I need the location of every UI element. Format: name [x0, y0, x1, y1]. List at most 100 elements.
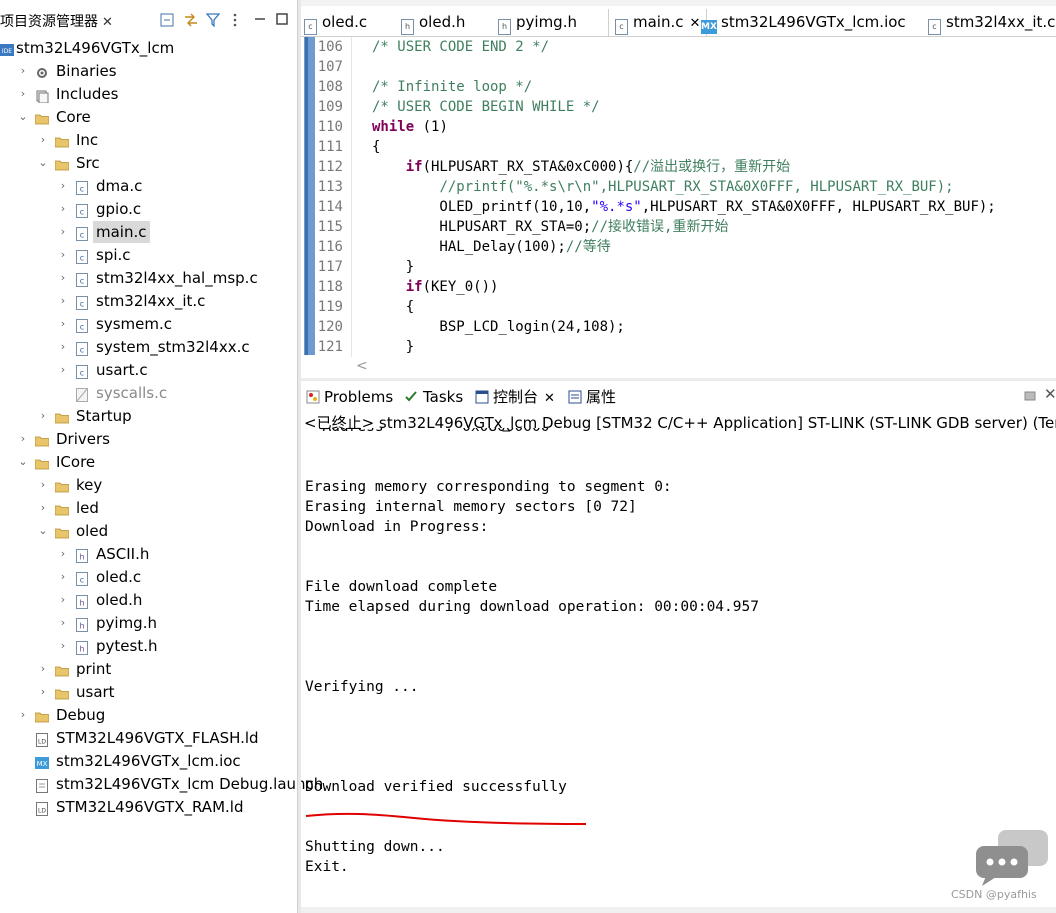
expand-arrow-icon[interactable]: › [58, 543, 68, 565]
tree-item[interactable]: › c sysmem.c [0, 313, 297, 335]
editor-tab[interactable]: c stm32l4xx_it.c [928, 9, 1055, 36]
expand-arrow-icon[interactable]: › [18, 60, 28, 82]
console-tab[interactable]: Problems [306, 384, 393, 410]
view-menu-icon[interactable] [232, 13, 238, 27]
collapse-arrow-icon[interactable]: ⌄ [18, 451, 28, 473]
code-line: 107 [315, 57, 1056, 77]
tree-item[interactable]: › h pytest.h [0, 635, 297, 657]
maximize-icon[interactable] [276, 13, 288, 25]
tree-item[interactable]: › Binaries [0, 60, 297, 82]
close-icon[interactable]: ✕ [102, 15, 113, 30]
link-editor-icon[interactable] [183, 13, 199, 27]
collapse-arrow-icon[interactable]: ⌄ [38, 520, 48, 542]
collapse-arrow-icon[interactable]: ⌄ [18, 106, 28, 128]
svg-text:c: c [80, 185, 84, 194]
expand-arrow-icon[interactable]: › [18, 704, 28, 726]
editor-tab[interactable]: h oled.h [401, 9, 465, 36]
folder-icon [34, 110, 50, 125]
tree-item[interactable]: › h oled.h [0, 589, 297, 611]
horizontal-scrollbar[interactable]: < [352, 357, 1056, 377]
tree-item-label: stm32L496VGTx_lcm [16, 39, 175, 57]
tree-item[interactable]: stm32L496VGTx_lcm Debug.launch [0, 773, 323, 795]
tree-item[interactable]: › usart [0, 681, 297, 703]
editor-tab[interactable]: MX stm32L496VGTx_lcm.ioc [701, 9, 906, 36]
expand-arrow-icon[interactable]: › [58, 244, 68, 266]
console-tab[interactable]: 属性 [568, 384, 616, 410]
tree-item[interactable]: ⌄ ICore [0, 451, 297, 473]
expand-arrow-icon[interactable]: › [58, 175, 68, 197]
vertical-splitter[interactable] [297, 0, 301, 913]
expand-arrow-icon[interactable]: › [58, 635, 68, 657]
c-file-icon: c [75, 317, 89, 333]
code-editor[interactable]: 106 /* USER CODE END 2 */ 107 108 /* Infinit… [315, 37, 1056, 357]
expand-arrow-icon[interactable]: › [38, 681, 48, 703]
expand-arrow-icon[interactable]: › [18, 83, 28, 105]
collapse-all-icon[interactable] [160, 13, 174, 27]
tree-item[interactable]: › c main.c [0, 221, 297, 243]
tree-item[interactable]: MX stm32L496VGTx_lcm.ioc [0, 750, 297, 772]
tree-item[interactable]: ⌄ Core [0, 106, 297, 128]
close-icon[interactable]: ✕ [544, 391, 555, 406]
filter-icon[interactable] [206, 13, 220, 27]
horizontal-splitter[interactable] [301, 378, 1056, 381]
console-line: Erasing internal memory sectors [0 72] [305, 499, 637, 515]
expand-arrow-icon[interactable]: › [58, 198, 68, 220]
c-file-icon: c [75, 179, 89, 195]
tree-item[interactable]: › c oled.c [0, 566, 297, 588]
tree-item[interactable]: › print [0, 658, 297, 680]
console-tab[interactable]: Tasks [405, 384, 463, 410]
close-icon[interactable]: ✕ [690, 16, 701, 31]
tree-item[interactable]: › Startup [0, 405, 297, 427]
expand-arrow-icon[interactable]: › [38, 658, 48, 680]
editor-tab[interactable]: h pyimg.h [498, 9, 577, 36]
expand-arrow-icon[interactable]: › [58, 336, 68, 358]
expand-arrow-icon[interactable]: › [38, 474, 48, 496]
expand-arrow-icon[interactable]: › [58, 612, 68, 634]
tree-item[interactable]: › c gpio.c [0, 198, 297, 220]
h-file-icon: h [401, 19, 414, 35]
tree-item[interactable]: IDE stm32L496VGTx_lcm [0, 37, 297, 59]
tree-item[interactable]: LD STM32L496VGTX_FLASH.ld [0, 727, 297, 749]
minimize-console-icon[interactable] [1024, 390, 1036, 402]
expand-arrow-icon[interactable]: › [58, 313, 68, 335]
tree-item[interactable]: › h pyimg.h [0, 612, 297, 634]
tree-item[interactable]: › Debug [0, 704, 297, 726]
tree-item[interactable]: LD STM32L496VGTX_RAM.ld [0, 796, 297, 818]
tree-item[interactable]: › c dma.c [0, 175, 297, 197]
expand-arrow-icon[interactable]: › [18, 428, 28, 450]
scroll-left-arrow-icon[interactable]: < [356, 358, 368, 374]
explorer-tab[interactable]: 项目资源管理器 ✕ [0, 9, 126, 35]
tree-item[interactable]: › c usart.c [0, 359, 297, 381]
expand-arrow-icon[interactable]: › [38, 129, 48, 151]
code-line: 109 /* USER CODE BEGIN WHILE */ [315, 97, 1056, 117]
tree-item[interactable]: › Includes [0, 83, 297, 105]
minimize-icon[interactable] [254, 13, 266, 25]
tree-item[interactable]: › c stm32l4xx_it.c [0, 290, 297, 312]
tree-item[interactable]: › c system_stm32l4xx.c [0, 336, 297, 358]
tree-item[interactable]: › led [0, 497, 297, 519]
tree-item[interactable]: › Drivers [0, 428, 297, 450]
tree-item[interactable]: syscalls.c [0, 382, 297, 404]
tree-item[interactable]: ⌄ oled [0, 520, 297, 542]
collapse-arrow-icon[interactable]: ⌄ [38, 152, 48, 174]
console-output[interactable]: Address : 0x08000000 Erasing memory corre… [305, 428, 1056, 908]
tree-item[interactable]: ⌄ Src [0, 152, 297, 174]
tree-item[interactable]: › Inc [0, 129, 297, 151]
expand-arrow-icon[interactable]: › [58, 221, 68, 243]
expand-arrow-icon[interactable]: › [58, 566, 68, 588]
expand-arrow-icon[interactable]: › [58, 267, 68, 289]
tree-item[interactable]: › c spi.c [0, 244, 297, 266]
console-bottom-scrollbar[interactable] [301, 907, 1056, 913]
expand-arrow-icon[interactable]: › [58, 290, 68, 312]
close-console-view-icon[interactable]: ✕ [1044, 385, 1056, 403]
editor-tab[interactable]: c main.c ✕ [608, 9, 708, 36]
tree-item[interactable]: › key [0, 474, 297, 496]
expand-arrow-icon[interactable]: › [58, 589, 68, 611]
console-tab[interactable]: 控制台 ✕ [475, 384, 555, 410]
tree-item[interactable]: › c stm32l4xx_hal_msp.c [0, 267, 297, 289]
tree-item[interactable]: › h ASCII.h [0, 543, 297, 565]
expand-arrow-icon[interactable]: › [38, 405, 48, 427]
expand-arrow-icon[interactable]: › [58, 359, 68, 381]
expand-arrow-icon[interactable]: › [38, 497, 48, 519]
editor-tab[interactable]: c oled.c [304, 9, 367, 36]
